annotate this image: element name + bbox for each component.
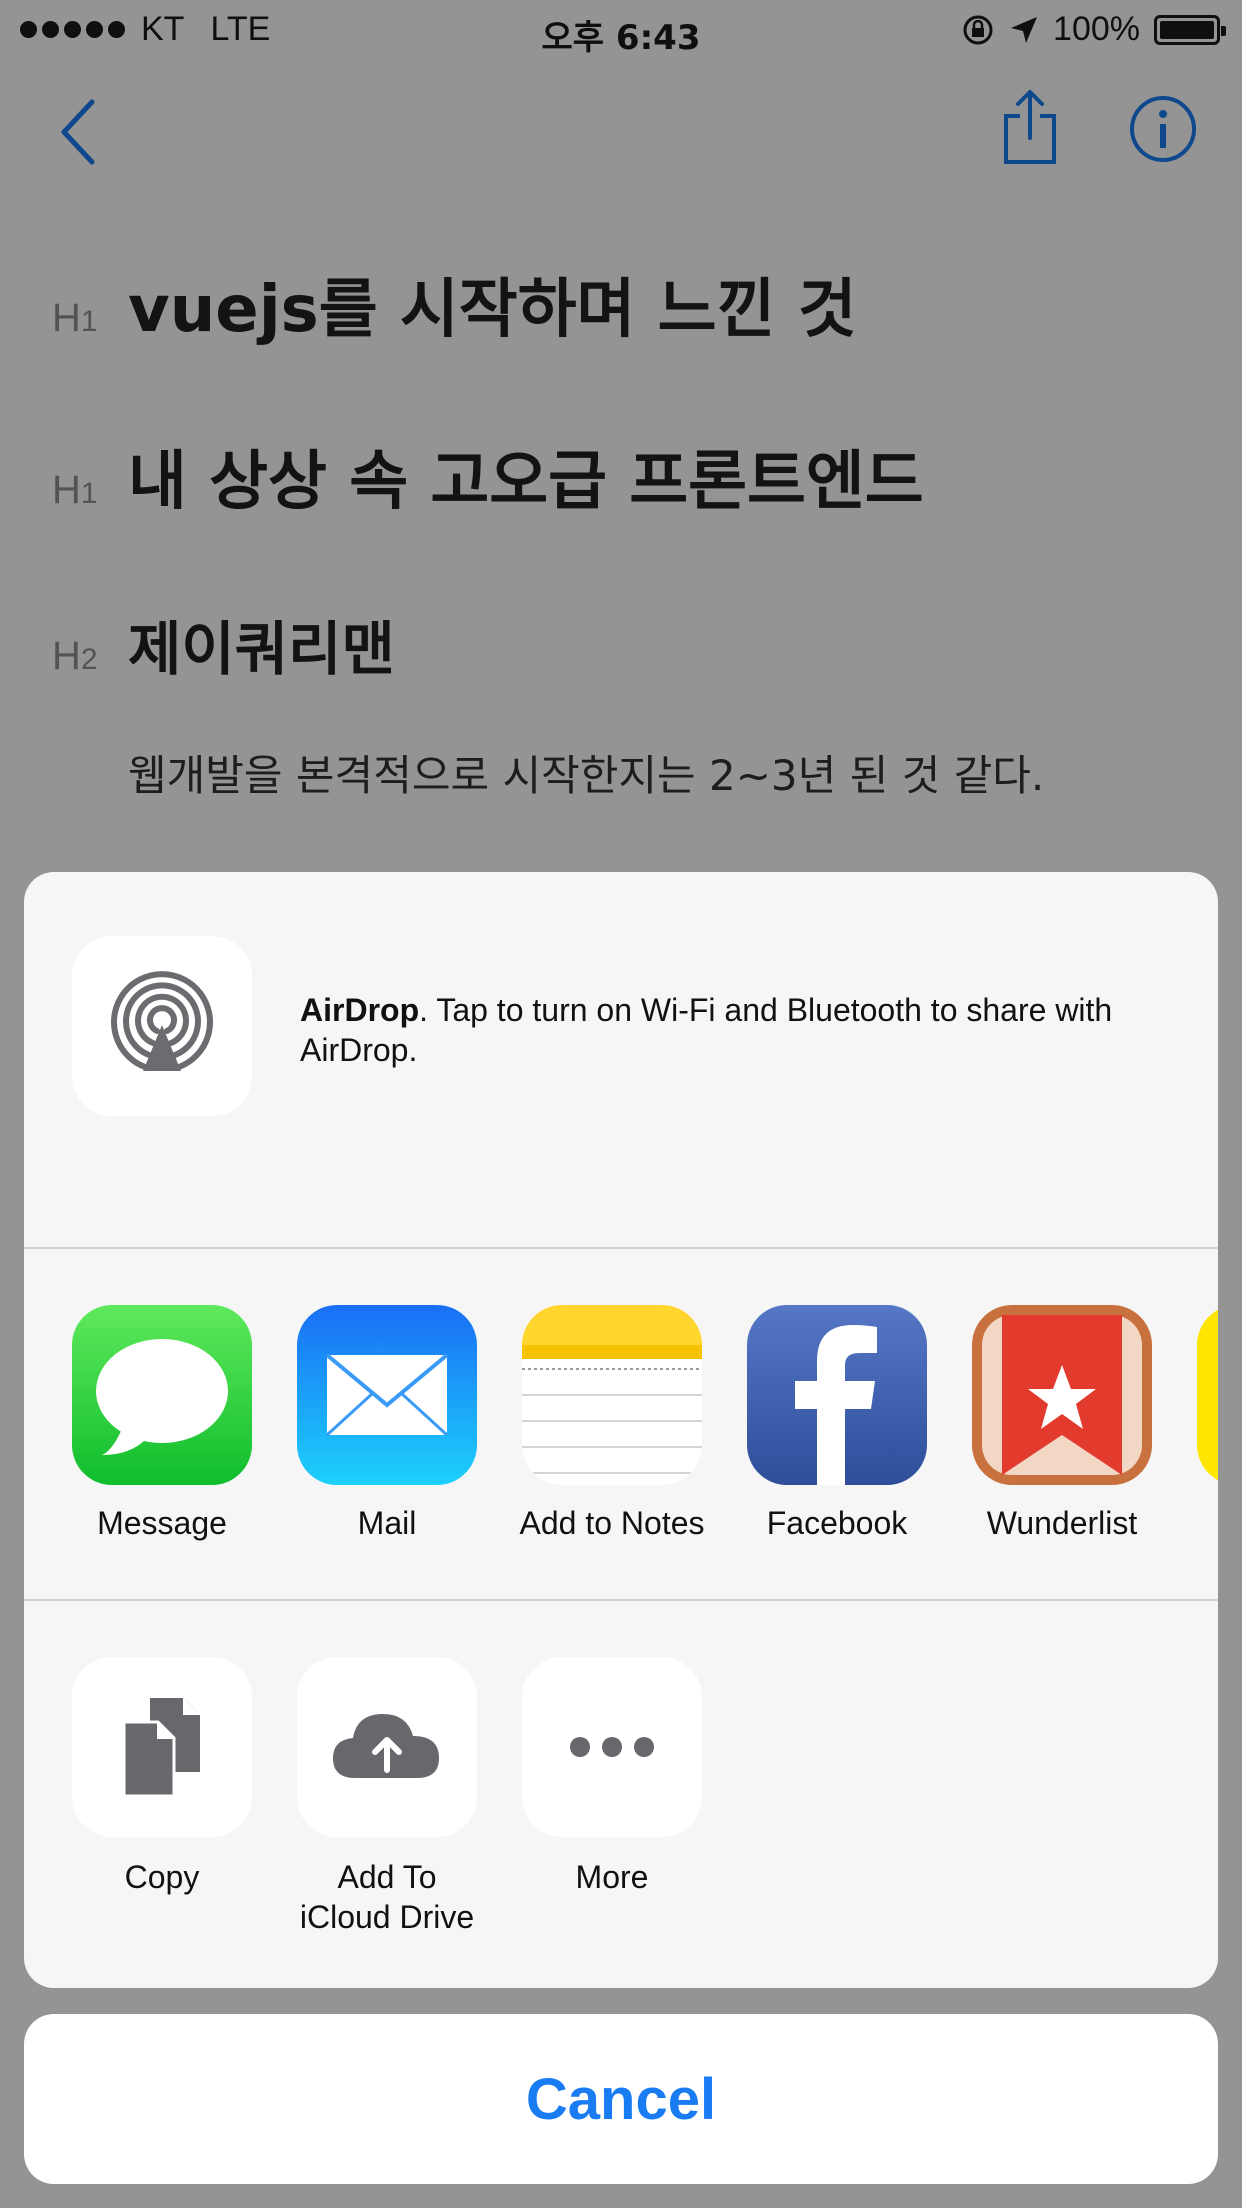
share-app-label: Mail — [357, 1505, 417, 1541]
airdrop-description: AirDrop. Tap to turn on Wi-Fi and Blueto… — [300, 990, 1180, 1070]
action-label: More — [575, 1859, 649, 1895]
wunderlist-icon — [972, 1305, 1152, 1485]
action-label: Add To iCloud Drive — [299, 1859, 475, 1935]
share-app-facebook[interactable]: Facebook — [727, 1305, 947, 1542]
cancel-button[interactable]: Cancel — [24, 2014, 1218, 2184]
airdrop-icon[interactable] — [72, 936, 252, 1116]
share-apps-row: Message Mail Add to Notes Facebook Wunde… — [24, 1249, 1218, 1599]
action-add-to-icloud-drive[interactable]: Add To iCloud Drive — [277, 1657, 497, 1937]
action-copy[interactable]: Copy — [52, 1657, 272, 1897]
airdrop-message: . Tap to turn on Wi-Fi and Bluetooth to … — [300, 992, 1113, 1068]
share-app-label: Add to Notes — [519, 1505, 705, 1541]
copy-icon — [72, 1657, 252, 1837]
kakaotalk-icon — [1197, 1305, 1218, 1485]
airdrop-rings-icon — [111, 971, 213, 1071]
share-app-notes[interactable]: Add to Notes — [502, 1305, 722, 1542]
more-icon — [522, 1657, 702, 1837]
share-sheet: AirDrop. Tap to turn on Wi-Fi and Blueto… — [24, 872, 1218, 1988]
notes-icon — [522, 1305, 702, 1485]
facebook-icon — [747, 1305, 927, 1485]
messages-icon — [72, 1305, 252, 1485]
share-app-wunderlist[interactable]: Wunderlist — [952, 1305, 1172, 1542]
share-app-label: Wunderlist — [986, 1505, 1138, 1541]
action-more[interactable]: More — [502, 1657, 722, 1897]
share-actions-row: Copy Add To iCloud Drive More — [24, 1601, 1218, 1988]
share-app-mail[interactable]: Mail — [277, 1305, 497, 1542]
share-app-message[interactable]: Message — [52, 1305, 272, 1542]
icloud-drive-icon — [297, 1657, 477, 1837]
share-app-label: K — [1177, 1505, 1218, 1542]
airdrop-title: AirDrop — [300, 992, 420, 1028]
mail-icon — [297, 1305, 477, 1485]
action-label: Copy — [124, 1859, 200, 1895]
airdrop-section[interactable]: AirDrop. Tap to turn on Wi-Fi and Blueto… — [24, 872, 1218, 1247]
share-app-kakaotalk[interactable]: K — [1177, 1305, 1218, 1542]
share-app-label: Message — [97, 1505, 227, 1541]
share-app-label: Facebook — [766, 1505, 908, 1541]
